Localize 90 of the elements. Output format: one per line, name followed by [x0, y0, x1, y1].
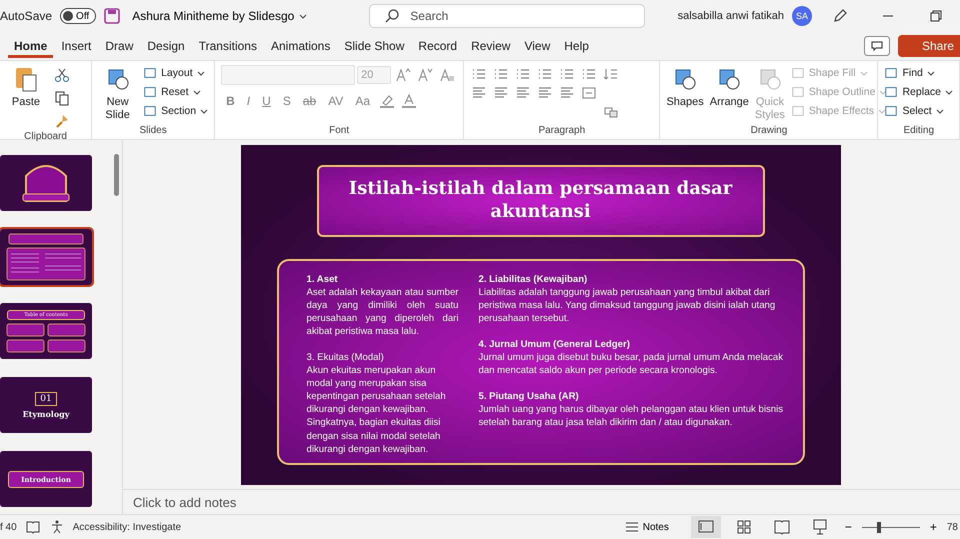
ribbon-tab[interactable]: Review [465, 34, 516, 58]
clipboard-icon [14, 65, 38, 93]
term-heading: 1. Aset [306, 273, 339, 286]
slide-canvas[interactable] [240, 145, 840, 485]
caret-icon [879, 90, 888, 94]
format-button[interactable]: I [242, 93, 256, 109]
group-label: Paragraph [537, 125, 586, 138]
search-input[interactable]: Search [408, 8, 630, 24]
thumbnail-title: Etymology [22, 408, 70, 418]
slide-thumbnail[interactable]: 01 Etymology [0, 377, 92, 433]
ribbon-tab[interactable]: Record [412, 34, 464, 58]
term-heading: 5. Piutang Usaha (AR) [478, 390, 580, 404]
square-icon [790, 104, 805, 118]
square-icon [143, 104, 158, 118]
ribbon-button[interactable]: Layout [143, 65, 208, 81]
pen-icon[interactable] [832, 8, 848, 24]
search-icon [384, 8, 400, 24]
zoom-out-button[interactable]: − [842, 520, 854, 534]
square-icon [143, 85, 158, 99]
slide-counter: f 40 [0, 522, 17, 532]
format-button[interactable]: B [221, 93, 240, 109]
ribbon-button[interactable]: Section [143, 103, 208, 119]
ribbon-tab[interactable]: View [518, 34, 556, 58]
ribbon-tab[interactable]: Slide Show [338, 34, 410, 58]
term-heading: 4. Jurnal Umum (General Ledger) [478, 338, 631, 352]
book-icon[interactable] [24, 519, 41, 535]
caret-icon [945, 90, 953, 94]
square-icon [790, 85, 805, 99]
zoom-in-button[interactable]: + [928, 520, 939, 534]
document-title[interactable]: Ashura Minitheme by Slidesgo [128, 9, 312, 23]
caret-icon [878, 108, 886, 114]
zoom-level[interactable]: 78 [946, 522, 960, 532]
zoom-slider-thumb[interactable] [877, 522, 882, 532]
ribbon-tab[interactable]: Help [558, 34, 595, 58]
ribbon-button[interactable]: Arrange [710, 65, 749, 125]
format-button[interactable]: S [278, 93, 296, 109]
square-icon [884, 104, 898, 118]
ribbon-button[interactable]: Reset [143, 84, 208, 100]
notes-placeholder[interactable]: Click to add notes [133, 494, 236, 510]
comment-icon[interactable] [864, 36, 890, 56]
square-icon [790, 66, 805, 80]
term-definition: Jurnal umum juga disebut buku besar, pada jurnal umum Anda melacak dan mencatat saldo akun per periode secara kronologis. [478, 351, 784, 378]
autosave-label: AutoSave [0, 9, 52, 23]
caret-icon [860, 70, 868, 76]
group-label: Font [328, 125, 350, 138]
ribbon-tab[interactable]: Insert [55, 34, 98, 58]
square-icon [143, 66, 158, 80]
caret-icon [926, 70, 935, 76]
term-definition: Liabilitas adalah tanggung jawab perusahaan yang timbul akibat dari peristiwa masa lalu. Yang dimaksud tanggung jawab disini ialah utang perusahaan tersebut. [478, 286, 776, 326]
user-avatar[interactable]: SA [792, 6, 812, 26]
accessibility-status[interactable]: Accessibility: Investigate [72, 522, 182, 532]
ribbon-button[interactable]: New Slide [98, 65, 138, 125]
group-label: Editing [902, 125, 936, 138]
ribbon-tab[interactable]: Design [141, 34, 191, 58]
term-heading: 3. Ekuitas (Modal) [306, 351, 385, 364]
term-heading: 2. Liabilitas (Kewajiban) [478, 273, 588, 286]
group-label: Drawing [750, 125, 788, 138]
format-button[interactable]: AV [323, 93, 348, 109]
caret-icon [192, 90, 201, 94]
caret-icon [196, 70, 205, 76]
font-name-field[interactable] [221, 65, 356, 85]
group-label: Slides [138, 125, 168, 138]
paste-button[interactable]: Paste [6, 65, 46, 131]
ribbon-button[interactable]: Shapes [666, 65, 704, 125]
caret-icon [936, 108, 944, 114]
ribbon-tab[interactable]: Transitions [192, 34, 263, 58]
share-button[interactable]: Share [898, 35, 960, 57]
caret-icon [200, 108, 208, 114]
user-name: salsabilla anwi fatikah [678, 10, 784, 22]
autosave-toggle[interactable]: Off [60, 8, 96, 24]
term-definition: Aset adalah kekayaan atau sumber daya yang dimiliki oleh suatu perusahaan yang diperoleh dari akibat peristiwa masa lalu. [306, 286, 458, 338]
caret-icon [299, 14, 308, 18]
slide-title: Istilah-istilah dalam persamaan dasar akuntansi [316, 165, 764, 237]
square-icon [884, 66, 898, 80]
section-number: 01 [35, 392, 57, 406]
restore-icon[interactable] [928, 8, 944, 24]
term-definition: Akun ekuitas merupakan akun modal yang merupakan sisa kepentingan perusahaan setelah dikurangi dengan kewajiban. Singkatnya, bagian ekuitas diisi dengan sisa nilai modal setelah dikurangi dengan kewajiban. [306, 364, 447, 456]
notes-button[interactable]: Notes [618, 518, 675, 536]
group-label: Clipboard [23, 131, 68, 144]
square-icon [884, 85, 898, 99]
term-definition: Jumlah uang yang harus dibayar oleh pelanggan atau klien untuk bisnis setelah barang atau jasa telah dikirim dan / atau digunakan. [478, 403, 784, 430]
search-field[interactable]: Search [369, 4, 646, 28]
format-button[interactable]: Aa [350, 93, 375, 109]
save-icon[interactable] [104, 8, 120, 24]
ribbon-tab[interactable]: Draw [99, 34, 140, 58]
ribbon-button[interactable]: Replace [884, 84, 953, 100]
normal-view-icon[interactable] [690, 516, 721, 538]
ribbon-tab[interactable]: Animations [264, 34, 336, 58]
format-button[interactable]: ab [298, 93, 322, 109]
format-button[interactable]: U [257, 93, 276, 109]
